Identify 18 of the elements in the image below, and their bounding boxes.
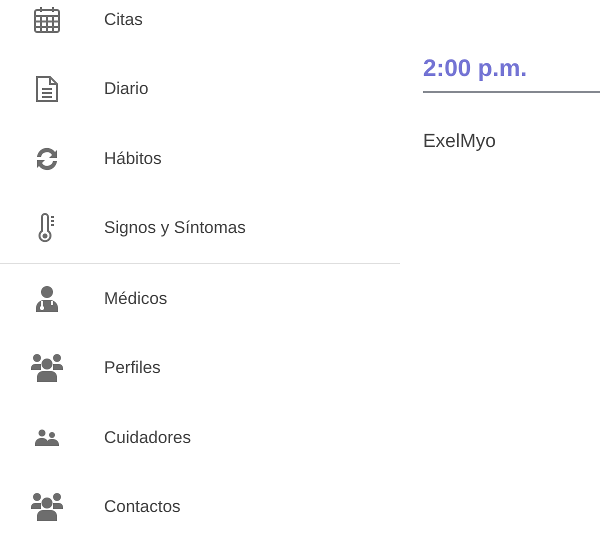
thermometer-icon — [38, 213, 56, 244]
time-field[interactable]: 2:00 p.m. — [423, 55, 600, 93]
menu-item[interactable]: Citas — [104, 10, 143, 30]
menu-item[interactable]: Médicos — [104, 288, 168, 309]
menu-item[interactable]: Contactos — [104, 497, 181, 518]
menu-item[interactable]: Perfiles — [104, 358, 161, 378]
refresh-icon — [34, 146, 60, 172]
menu-item[interactable]: Diario — [104, 79, 148, 100]
doctor-icon — [34, 284, 60, 313]
calendar-icon — [34, 6, 60, 34]
group-icon — [31, 492, 63, 522]
menu-item[interactable]: Hábitos — [104, 148, 162, 169]
menu-item[interactable]: Signos y Síntomas — [104, 218, 246, 238]
menu-item[interactable]: Cuidadores — [104, 428, 191, 448]
group-icon — [31, 353, 63, 384]
document-icon — [35, 75, 59, 104]
people-icon — [34, 428, 60, 447]
name-text: ExelMyo — [423, 131, 496, 153]
